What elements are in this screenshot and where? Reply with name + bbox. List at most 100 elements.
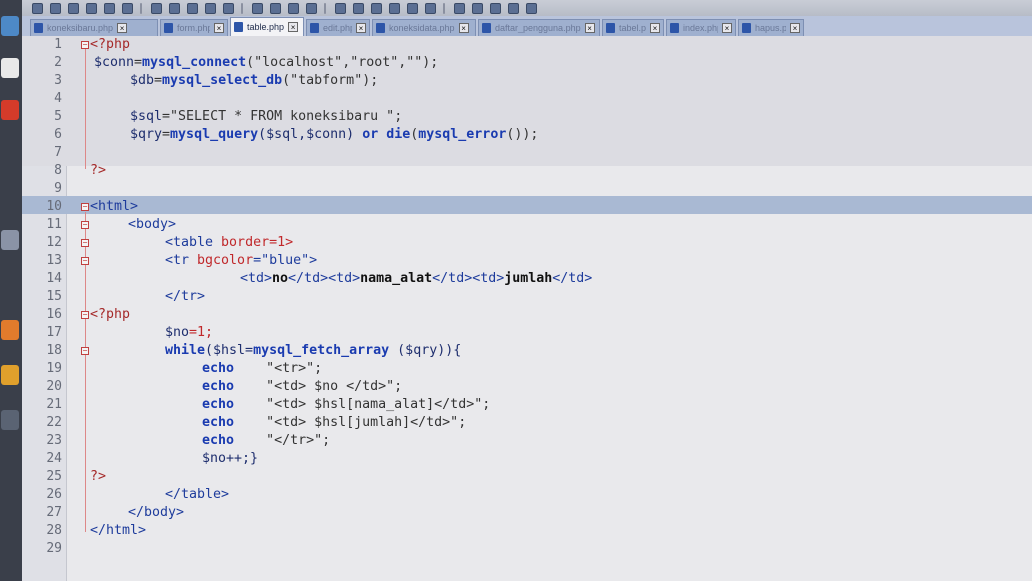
line-number: 21 bbox=[46, 397, 62, 412]
html-tag: </td><td> bbox=[432, 271, 505, 286]
tab-koneksibaru[interactable]: koneksibaru.php × bbox=[30, 19, 158, 36]
undo-icon[interactable] bbox=[205, 2, 216, 14]
indent-guide-icon[interactable] bbox=[371, 2, 382, 14]
replace-icon[interactable] bbox=[270, 2, 281, 14]
close-tab-icon[interactable]: × bbox=[214, 23, 224, 33]
redo-icon[interactable] bbox=[223, 2, 234, 14]
html-tag: </table> bbox=[165, 487, 230, 502]
sync-icon[interactable] bbox=[335, 2, 346, 14]
save-icon[interactable] bbox=[68, 2, 79, 14]
operator: = bbox=[134, 55, 143, 70]
line-number: 15 bbox=[46, 289, 62, 304]
save-macro-icon[interactable] bbox=[526, 2, 537, 14]
app-icon[interactable] bbox=[1, 320, 19, 340]
html-tag: <body> bbox=[128, 217, 177, 232]
editor-toolbar bbox=[22, 0, 1032, 16]
line-number: 8 bbox=[54, 163, 62, 178]
variable: $db bbox=[130, 73, 155, 88]
line-number: 7 bbox=[54, 145, 62, 160]
paste-icon[interactable] bbox=[187, 2, 198, 14]
close-tab-icon[interactable]: × bbox=[356, 23, 366, 33]
stop-macro-icon[interactable] bbox=[472, 2, 483, 14]
function-name: mysql_connect bbox=[142, 55, 247, 70]
app-icon[interactable] bbox=[1, 100, 19, 120]
keyword: echo bbox=[202, 415, 235, 430]
folder-icon[interactable] bbox=[407, 2, 418, 14]
wrap-icon[interactable] bbox=[353, 2, 364, 14]
document-icon[interactable] bbox=[1, 58, 19, 78]
fold-toggle-icon[interactable]: − bbox=[81, 311, 89, 319]
close-tab-icon[interactable]: × bbox=[790, 23, 800, 33]
php-file-icon bbox=[670, 23, 679, 33]
close-file-icon[interactable] bbox=[104, 2, 115, 14]
close-tab-icon[interactable]: × bbox=[458, 23, 469, 33]
tab-hapus[interactable]: hapus.php× bbox=[738, 19, 804, 36]
fold-toggle-icon[interactable]: − bbox=[81, 347, 89, 355]
html-attribute: bgcolor bbox=[197, 253, 254, 268]
code-line-19: echo "<tr>"; bbox=[202, 360, 322, 378]
app-icon[interactable] bbox=[1, 410, 19, 430]
tab-edit[interactable]: edit.php × bbox=[306, 19, 370, 36]
cut-icon[interactable] bbox=[151, 2, 162, 14]
fold-toggle-icon[interactable]: − bbox=[81, 221, 89, 229]
code-editor[interactable]: 1 2 3 4 5 6 7 8 9 10 11 12 13 14 15 16 17 18 19 20 21 22 23 24 2… bbox=[22, 36, 1032, 581]
fold-toggle-icon[interactable]: − bbox=[81, 257, 89, 265]
code-line-8: ?> bbox=[90, 162, 106, 180]
close-tab-icon[interactable]: × bbox=[650, 23, 660, 33]
close-tab-icon[interactable]: × bbox=[584, 23, 595, 33]
play-macro-icon[interactable] bbox=[490, 2, 501, 14]
line-number: 23 bbox=[46, 433, 62, 448]
zoom-in-icon[interactable] bbox=[288, 2, 299, 14]
close-tab-icon[interactable]: × bbox=[288, 22, 299, 32]
record-macro-icon[interactable] bbox=[454, 2, 465, 14]
tab-daftar-pengguna[interactable]: daftar_pengguna.php × bbox=[478, 19, 600, 36]
php-file-icon bbox=[310, 23, 319, 33]
line-number: 14 bbox=[46, 271, 62, 286]
close-tab-icon[interactable]: × bbox=[722, 23, 732, 33]
code-line-24: $no++;} bbox=[202, 450, 258, 468]
code-line-21: echo "<td> $hsl[nama_alat]</td>"; bbox=[202, 396, 490, 414]
string-literal: "<td> $hsl[jumlah]</td>"; bbox=[266, 415, 467, 430]
open-file-icon[interactable] bbox=[50, 2, 61, 14]
fold-toggle-icon[interactable]: − bbox=[81, 203, 89, 211]
toolbar-separator bbox=[241, 2, 243, 14]
tab-index[interactable]: index.php× bbox=[666, 19, 736, 36]
close-tab-icon[interactable]: × bbox=[117, 23, 128, 33]
print-icon[interactable] bbox=[122, 2, 133, 14]
copy-icon[interactable] bbox=[169, 2, 180, 14]
tab-table[interactable]: table.php × bbox=[230, 17, 304, 36]
code-line-23: echo "</tr>"; bbox=[202, 432, 330, 450]
app-icon[interactable] bbox=[1, 16, 19, 36]
line-number: 22 bbox=[46, 415, 62, 430]
code-line-26: </table> bbox=[165, 486, 229, 504]
arguments: ("tabform"); bbox=[282, 73, 379, 88]
tab-tabel[interactable]: tabel.php× bbox=[602, 19, 664, 36]
html-tag: </td> bbox=[552, 271, 593, 286]
fold-toggle-icon[interactable]: − bbox=[81, 41, 89, 49]
app-icon[interactable] bbox=[1, 230, 19, 250]
line-number: 2 bbox=[54, 55, 62, 70]
variable: ($hsl= bbox=[205, 343, 254, 358]
string-literal: "<tr>"; bbox=[266, 361, 323, 376]
php-file-icon bbox=[234, 22, 243, 32]
operator: = bbox=[154, 73, 163, 88]
new-file-icon[interactable] bbox=[32, 2, 43, 14]
fold-toggle-icon[interactable]: − bbox=[81, 239, 89, 247]
tab-koneksidata[interactable]: koneksidata.php × bbox=[372, 19, 476, 36]
code-line-25: ?> bbox=[90, 468, 106, 486]
show-all-icon[interactable] bbox=[389, 2, 400, 14]
tab-form[interactable]: form.php × bbox=[160, 19, 228, 36]
monitor-icon[interactable] bbox=[425, 2, 436, 14]
app-icon[interactable] bbox=[1, 365, 19, 385]
line-number: 16 bbox=[46, 307, 62, 322]
html-tag: </html> bbox=[90, 523, 147, 538]
zoom-out-icon[interactable] bbox=[306, 2, 317, 14]
toolbar-separator bbox=[140, 2, 142, 14]
line-number: 18 bbox=[46, 343, 62, 358]
function-name: die bbox=[386, 127, 411, 142]
line-number: 26 bbox=[46, 487, 62, 502]
php-file-icon bbox=[742, 23, 751, 33]
run-macro-icon[interactable] bbox=[508, 2, 519, 14]
find-icon[interactable] bbox=[252, 2, 263, 14]
save-all-icon[interactable] bbox=[86, 2, 97, 14]
